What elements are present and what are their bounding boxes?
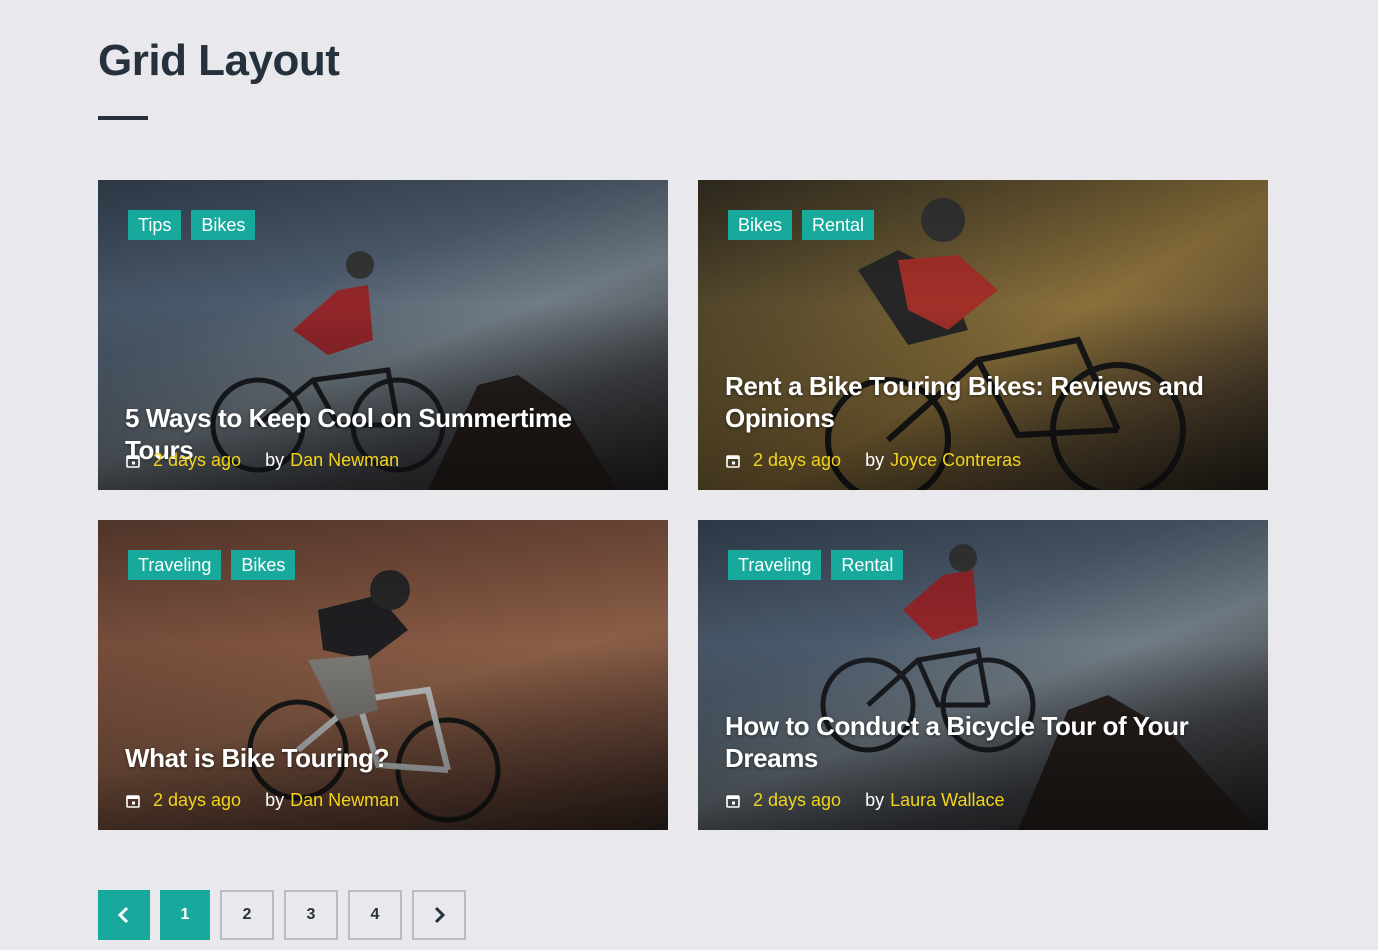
post-author[interactable]: Dan Newman: [290, 790, 399, 811]
page-title: Grid Layout: [98, 36, 340, 85]
page-button-4[interactable]: 4: [348, 890, 402, 940]
post-card[interactable]: Traveling Rental How to Conduct a Bicycl…: [698, 520, 1268, 830]
post-meta: 2 days ago by Joyce Contreras: [726, 450, 1021, 471]
chevron-right-icon: [434, 906, 446, 924]
post-card[interactable]: Bikes Rental Rent a Bike Touring Bikes: …: [698, 180, 1268, 490]
by-label: by: [265, 790, 285, 810]
calendar-icon: [726, 454, 740, 468]
post-title[interactable]: How to Conduct a Bicycle Tour of Your Dr…: [725, 710, 1238, 774]
next-page-button[interactable]: [412, 890, 466, 940]
page-button-1[interactable]: 1: [160, 890, 210, 940]
post-meta: 2 days ago by Dan Newman: [126, 450, 399, 471]
tag-badge[interactable]: Bikes: [728, 210, 793, 240]
post-card[interactable]: Tips Bikes 5 Ways to Keep Cool on Summer…: [98, 180, 668, 490]
post-date[interactable]: 2 days ago: [753, 790, 841, 811]
tag-list: Traveling Rental: [728, 550, 904, 580]
tag-badge[interactable]: Bikes: [231, 550, 296, 580]
post-author[interactable]: Dan Newman: [290, 450, 399, 471]
post-meta: 2 days ago by Laura Wallace: [726, 790, 1004, 811]
post-date[interactable]: 2 days ago: [153, 790, 241, 811]
post-date[interactable]: 2 days ago: [153, 450, 241, 471]
tag-badge[interactable]: Tips: [128, 210, 182, 240]
post-meta: 2 days ago by Dan Newman: [126, 790, 399, 811]
tag-badge[interactable]: Bikes: [191, 210, 256, 240]
tag-badge[interactable]: Traveling: [128, 550, 222, 580]
post-card[interactable]: Traveling Bikes What is Bike Touring? 2 …: [98, 520, 668, 830]
tag-list: Bikes Rental: [728, 210, 875, 240]
tag-badge[interactable]: Rental: [802, 210, 875, 240]
post-title[interactable]: What is Bike Touring?: [125, 742, 638, 774]
title-underline: [98, 116, 148, 120]
tag-list: Traveling Bikes: [128, 550, 296, 580]
tag-badge[interactable]: Rental: [831, 550, 904, 580]
by-label: by: [865, 790, 885, 810]
pagination: 1 2 3 4: [98, 890, 466, 940]
calendar-icon: [726, 794, 740, 808]
tag-list: Tips Bikes: [128, 210, 256, 240]
prev-page-button[interactable]: [98, 890, 150, 940]
tag-badge[interactable]: Traveling: [728, 550, 822, 580]
page-button-2[interactable]: 2: [220, 890, 274, 940]
by-label: by: [265, 450, 285, 470]
post-title[interactable]: Rent a Bike Touring Bikes: Reviews and O…: [725, 370, 1238, 434]
page-button-3[interactable]: 3: [284, 890, 338, 940]
post-author[interactable]: Laura Wallace: [890, 790, 1004, 811]
chevron-left-icon: [117, 906, 129, 924]
calendar-icon: [126, 454, 140, 468]
post-date[interactable]: 2 days ago: [753, 450, 841, 471]
calendar-icon: [126, 794, 140, 808]
post-author[interactable]: Joyce Contreras: [890, 450, 1021, 471]
by-label: by: [865, 450, 885, 470]
